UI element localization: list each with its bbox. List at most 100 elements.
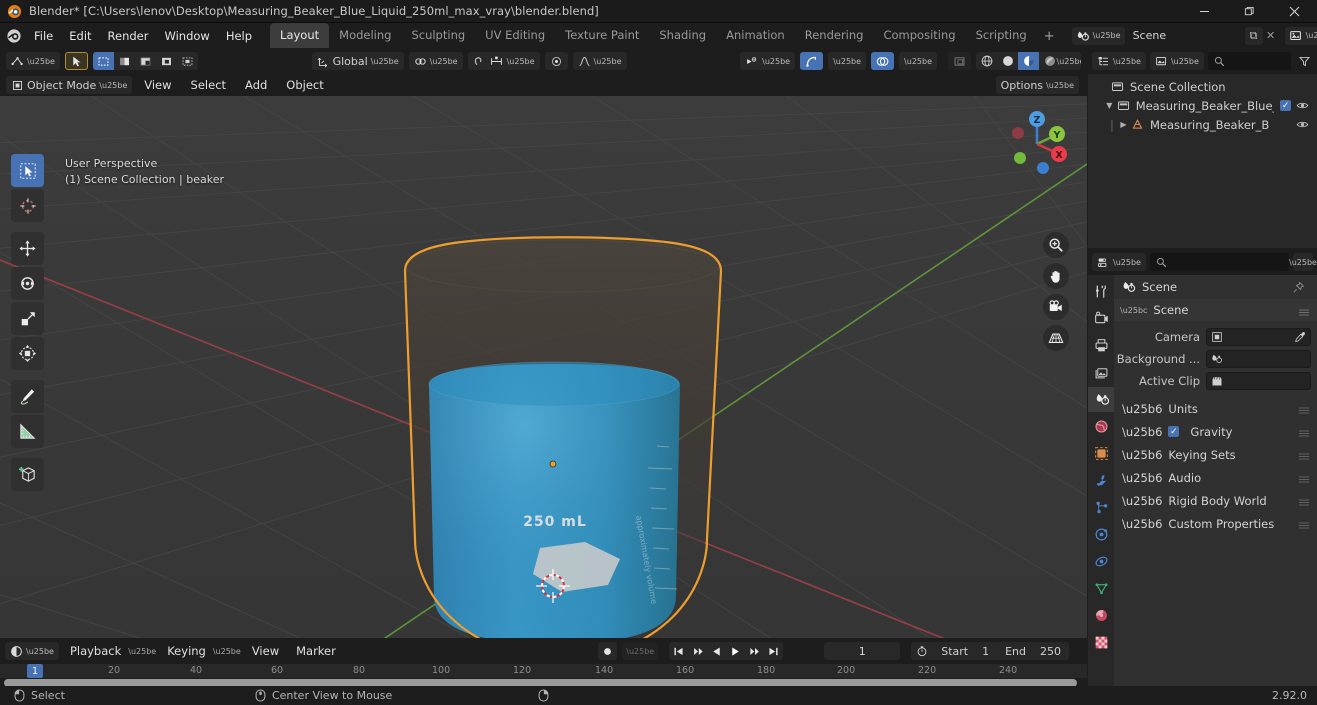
workspace-tab-shading[interactable]: Shading (649, 23, 716, 48)
workspace-tab-scripting[interactable]: Scripting (966, 23, 1037, 48)
timeline-menu-marker[interactable]: Marker (290, 641, 342, 661)
workspace-tab-compositing[interactable]: Compositing (873, 23, 965, 48)
properties-tab-object[interactable] (1088, 441, 1114, 466)
menu-render[interactable]: Render (100, 26, 157, 46)
properties-tab-render[interactable] (1088, 306, 1114, 331)
tool-move[interactable] (11, 232, 44, 265)
properties-tab-tool[interactable] (1088, 279, 1114, 304)
pin-icon[interactable] (1292, 281, 1305, 294)
viewport-visibility-selector[interactable]: \u25be (740, 52, 796, 70)
timeline-menu-playback[interactable]: Playback (64, 641, 127, 661)
auto-keyframe-options[interactable]: \u25be (622, 642, 659, 660)
panel-header-rigid-body-world[interactable]: \u25b6 Rigid Body World (1114, 489, 1317, 512)
menu-file[interactable]: File (26, 26, 61, 46)
viewport-menu-view[interactable]: View (137, 75, 178, 95)
pan-hand-icon[interactable] (1043, 263, 1069, 289)
play-reverse-button[interactable] (707, 642, 726, 660)
outliner-row-collection[interactable]: ▼ Measuring_Beaker_Blue_ ✓ (1088, 96, 1317, 115)
shading-material-preview-icon[interactable] (1018, 52, 1039, 70)
eye-icon[interactable] (1296, 99, 1309, 112)
select-box-icon[interactable] (92, 52, 114, 70)
outliner-row-object[interactable]: | ▶ Measuring_Beaker_B (1088, 115, 1317, 134)
properties-tab-particles[interactable] (1088, 495, 1114, 520)
timeline-editor-type-selector[interactable]: \u25be (5, 642, 59, 660)
play-button[interactable] (726, 642, 745, 660)
disclosure-triangle[interactable]: ▶ (1118, 120, 1129, 129)
current-frame-field[interactable]: 1 (824, 642, 901, 660)
proportional-falloff-selector[interactable]: \u25be (572, 52, 627, 70)
workspace-tab-layout[interactable]: Layout (270, 23, 330, 48)
properties-tab-constraints[interactable] (1088, 549, 1114, 574)
properties-tab-physics[interactable] (1088, 522, 1114, 547)
browse-scene-button[interactable]: \u25be (1071, 26, 1125, 45)
active-tool-indicator[interactable] (64, 52, 88, 70)
timeline-menu-view[interactable]: View (246, 641, 285, 661)
editor-type-selector[interactable]: \u25be (6, 52, 60, 70)
tool-add-cube[interactable] (11, 458, 44, 491)
viewport-menu-select[interactable]: Select (184, 75, 233, 95)
overlays-options-dropdown[interactable]: \u25be (899, 52, 937, 70)
eyedropper-icon[interactable] (1294, 331, 1306, 343)
timeline-menu-keying[interactable]: Keying (161, 641, 212, 661)
close-button[interactable] (1272, 0, 1317, 23)
panel-header-audio[interactable]: \u25b6 Audio (1114, 466, 1317, 489)
browse-view-layer-button[interactable]: \u25be (1284, 26, 1317, 45)
object-mode-selector[interactable]: Object Mode \u25be (6, 76, 133, 94)
menu-window[interactable]: Window (156, 26, 217, 46)
properties-tab-material[interactable] (1088, 603, 1114, 628)
maximize-button[interactable] (1227, 0, 1272, 23)
panel-header-gravity[interactable]: \u25b6 ✓ Gravity (1114, 420, 1317, 443)
properties-tab-object-data[interactable] (1088, 576, 1114, 601)
timeline-ruler[interactable]: 20 40 60 80 100 120 140 160 180 200 220 … (0, 664, 1087, 678)
toggle-ortho-icon[interactable] (1043, 325, 1069, 351)
frame-end-field[interactable]: End 250 (997, 645, 1069, 658)
disclosure-triangle[interactable]: ▼ (1104, 101, 1115, 110)
jump-next-keyframe-button[interactable] (745, 642, 764, 660)
jump-prev-keyframe-button[interactable] (688, 642, 707, 660)
outliner-editor-type-selector[interactable]: \u25be (1092, 52, 1146, 70)
properties-search-input[interactable] (1149, 253, 1289, 271)
select-invert-icon[interactable] (156, 52, 177, 70)
new-scene-button[interactable]: ⧉ (1244, 26, 1263, 45)
tool-scale[interactable] (11, 302, 44, 335)
workspace-tab-rendering[interactable]: Rendering (795, 23, 874, 48)
shading-solid-icon[interactable] (997, 52, 1018, 70)
panel-header-scene[interactable]: \u25bc Scene (1114, 299, 1317, 321)
timeline-playhead[interactable]: 1 (27, 664, 44, 678)
select-extend-icon[interactable] (114, 52, 135, 70)
menu-edit[interactable]: Edit (61, 26, 99, 46)
jump-to-start-button[interactable] (669, 642, 688, 660)
properties-tab-texture[interactable] (1088, 630, 1114, 655)
workspace-tab-modeling[interactable]: Modeling (329, 23, 401, 48)
viewport-menu-add[interactable]: Add (238, 75, 274, 95)
show-overlays-toggle[interactable] (871, 52, 895, 70)
minimize-button[interactable] (1182, 0, 1227, 23)
blender-menu-icon[interactable] (6, 26, 22, 46)
unlink-scene-button[interactable]: ✕ (1263, 27, 1279, 45)
shading-options-dropdown[interactable]: \u25be (1057, 52, 1081, 70)
camera-field[interactable] (1206, 328, 1311, 346)
menu-help[interactable]: Help (218, 26, 260, 46)
outliner-filter-icon[interactable] (1295, 55, 1313, 68)
viewport-3d-canvas[interactable]: approximately volume 250 mL User Perspec… (0, 96, 1087, 638)
properties-options-dropdown[interactable]: \u25be (1289, 253, 1317, 271)
select-intersect-icon[interactable] (177, 52, 198, 70)
properties-tab-output[interactable] (1088, 333, 1114, 358)
camera-view-icon[interactable] (1043, 294, 1069, 320)
properties-tab-modifier[interactable] (1088, 468, 1114, 493)
auto-keyframe-toggle[interactable] (598, 642, 618, 660)
panel-header-keying-sets[interactable]: \u25b6 Keying Sets (1114, 443, 1317, 466)
tool-annotate[interactable] (11, 380, 44, 413)
workspace-tab-uv-editing[interactable]: UV Editing (475, 23, 555, 48)
pivot-point-selector[interactable]: \u25be (408, 52, 463, 70)
tool-tweak-select[interactable] (11, 154, 44, 187)
workspace-tab-texture-paint[interactable]: Texture Paint (555, 23, 649, 48)
viewport-menu-object[interactable]: Object (279, 75, 330, 95)
outliner-row-scene-collection[interactable]: Scene Collection (1088, 77, 1317, 96)
transform-orientation-selector[interactable]: Global \u25be (311, 52, 404, 70)
proportional-editing-toggle[interactable] (544, 52, 568, 70)
workspace-tab-animation[interactable]: Animation (716, 23, 795, 48)
use-preview-range-icon[interactable] (911, 645, 933, 657)
toggle-xray-button[interactable] (948, 52, 971, 70)
tool-transform[interactable] (11, 337, 44, 370)
